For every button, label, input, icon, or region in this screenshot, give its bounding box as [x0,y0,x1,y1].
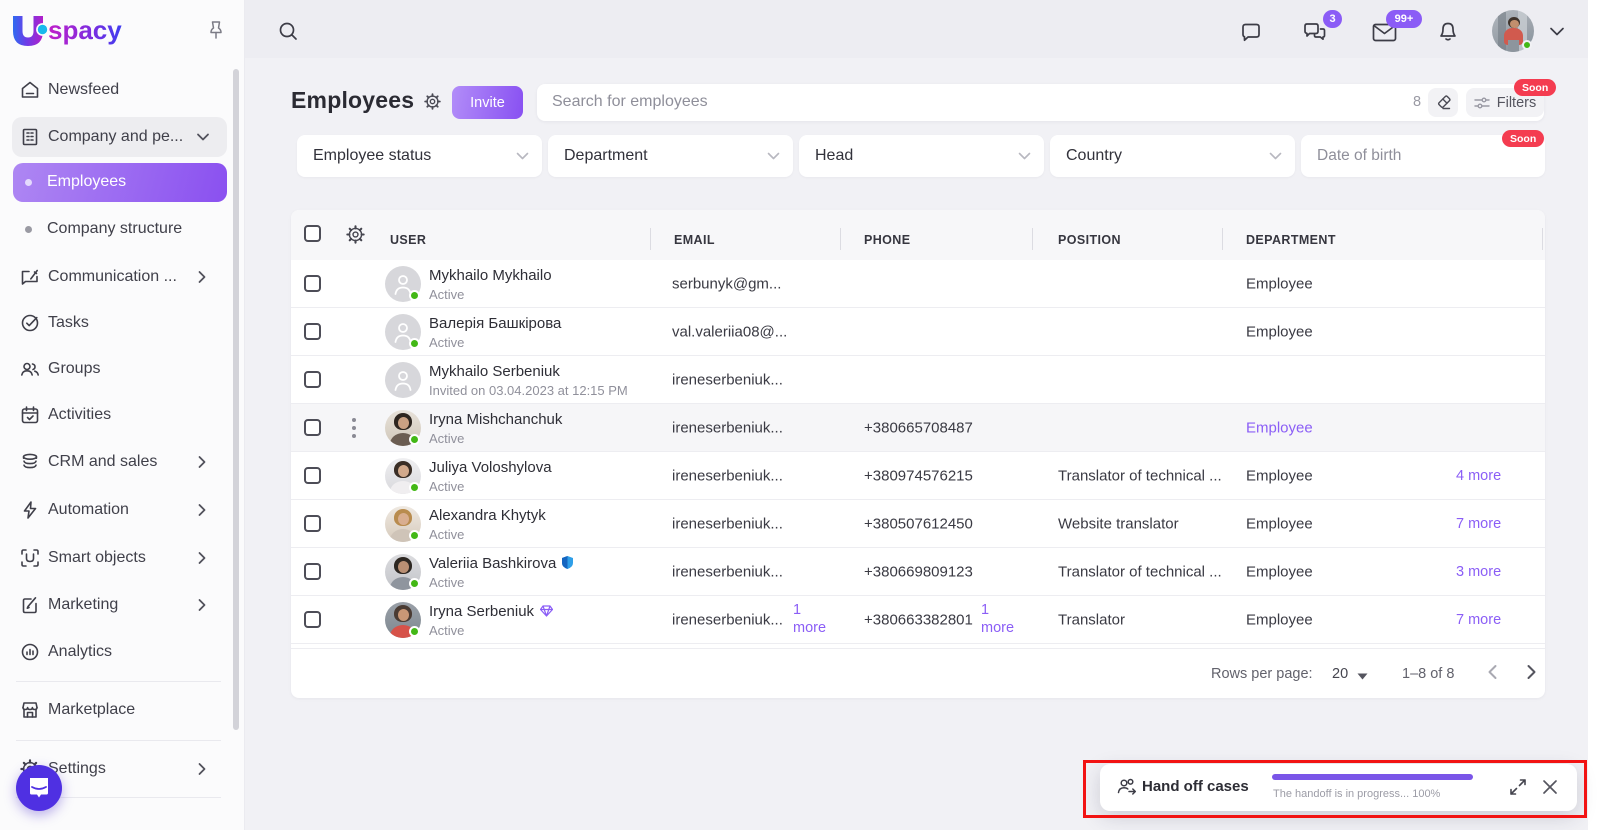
svg-text:spacy: spacy [48,15,122,45]
